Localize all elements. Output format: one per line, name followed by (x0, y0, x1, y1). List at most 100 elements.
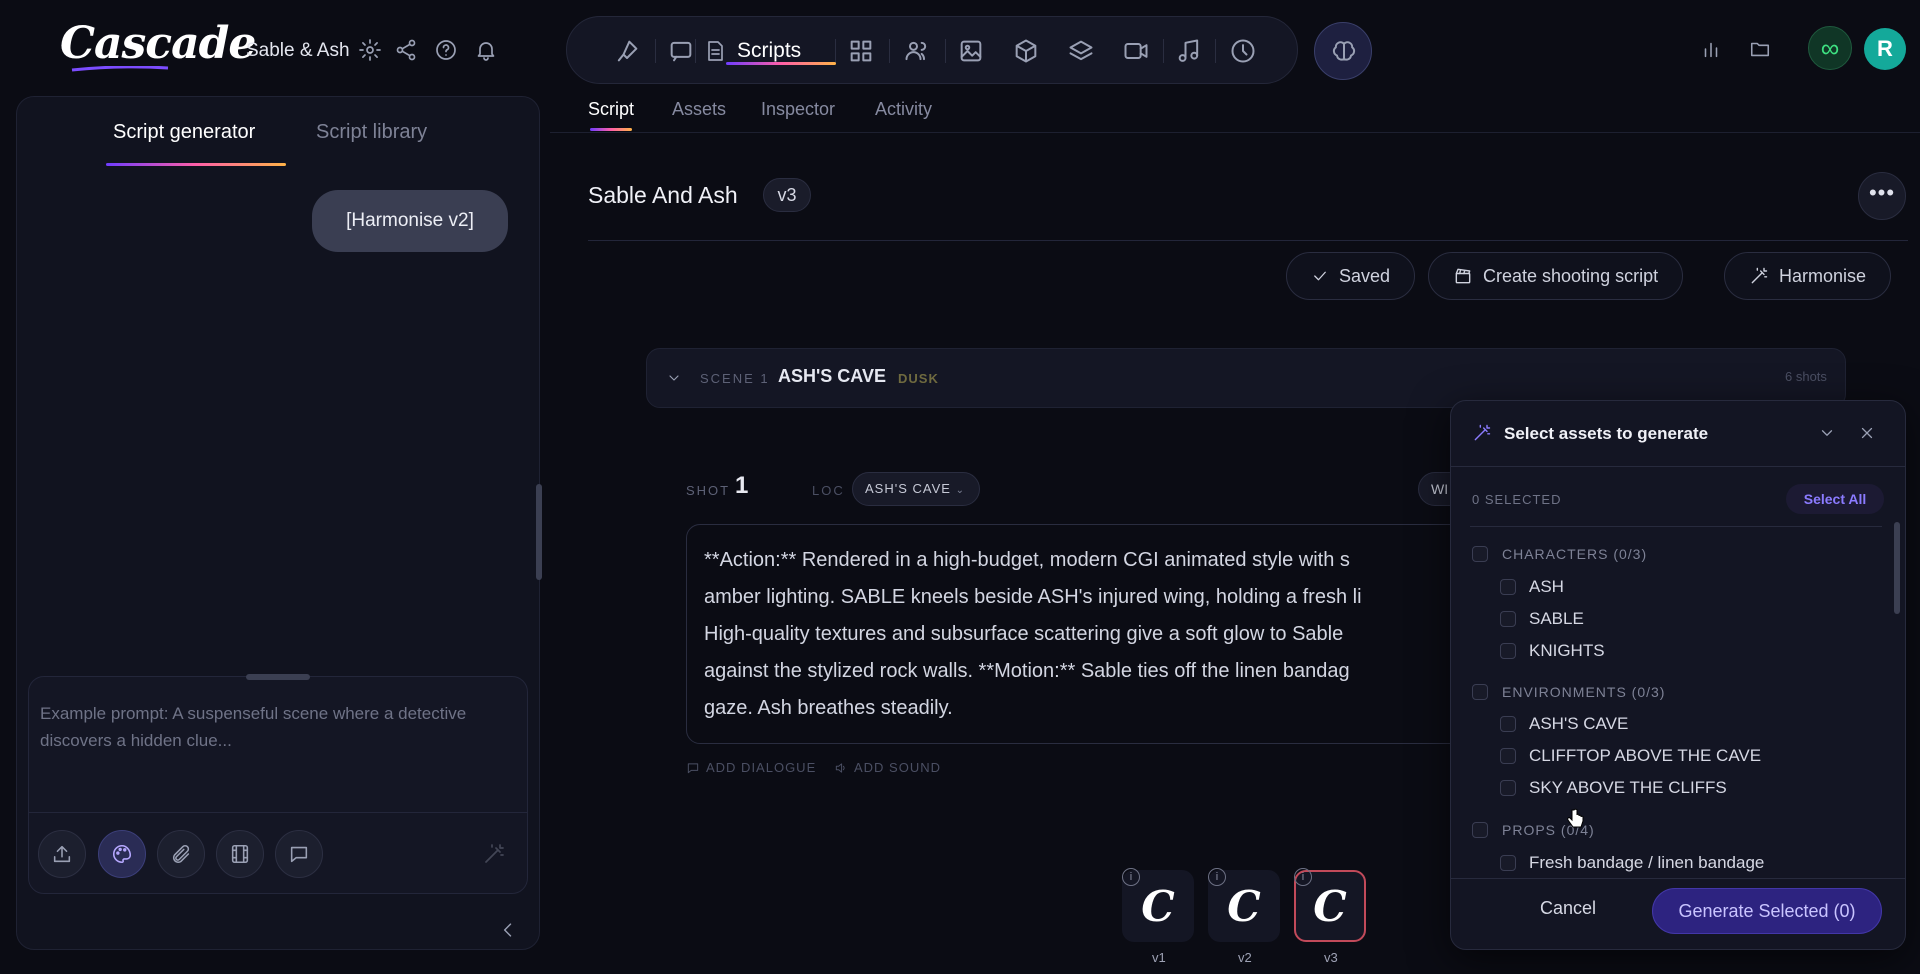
layers-icon[interactable] (1067, 37, 1095, 65)
group-checkbox-characters[interactable] (1472, 546, 1488, 562)
users-icon[interactable] (903, 37, 931, 65)
folder-icon[interactable] (1748, 38, 1772, 60)
asset-label[interactable]: CLIFFTOP ABOVE THE CAVE (1529, 746, 1761, 766)
history-icon[interactable] (1229, 37, 1257, 65)
tab-script-generator[interactable]: Script generator (113, 121, 255, 144)
help-icon[interactable] (434, 38, 458, 62)
document-icon (708, 41, 723, 61)
bar-chart-icon[interactable] (1700, 38, 1722, 60)
prompt-divider (28, 812, 528, 813)
add-dialogue-button[interactable]: ADD DIALOGUE (686, 760, 816, 775)
cube-icon[interactable] (1012, 37, 1040, 65)
header-divider (550, 132, 1920, 133)
asset-checkbox[interactable] (1500, 780, 1516, 796)
shot-text-line: High-quality textures and subsurface sca… (704, 623, 1344, 645)
asset-checkbox[interactable] (1500, 716, 1516, 732)
group-checkbox-props[interactable] (1472, 822, 1488, 838)
chevron-down-icon[interactable] (666, 370, 682, 386)
brush-icon[interactable] (613, 37, 641, 65)
bell-icon[interactable] (474, 38, 498, 62)
shot-description-text[interactable]: **Action:** Rendered in a high-budget, m… (704, 542, 1484, 727)
magic-wand-icon (1474, 424, 1491, 441)
subtab-inspector[interactable]: Inspector (761, 99, 835, 120)
add-sound-label: ADD SOUND (854, 760, 942, 775)
asset-label[interactable]: ASH'S CAVE (1529, 714, 1628, 734)
user-avatar[interactable]: R (1864, 28, 1906, 70)
attach-button[interactable] (157, 830, 205, 878)
tab-script-library[interactable]: Script library (316, 121, 427, 144)
asset-checkbox[interactable] (1500, 643, 1516, 659)
magic-wand-icon (1751, 267, 1768, 284)
grid-icon[interactable] (847, 37, 875, 65)
magic-wand-icon (485, 844, 504, 863)
asset-checkbox[interactable] (1500, 579, 1516, 595)
cascade-logo[interactable]: Cascade (60, 18, 256, 69)
video-icon[interactable] (1122, 37, 1150, 65)
style-button[interactable] (98, 830, 146, 878)
select-all-button[interactable]: Select All (1786, 484, 1884, 514)
title-divider (588, 240, 1908, 241)
comment-button[interactable] (275, 830, 323, 878)
asset-label[interactable]: KNIGHTS (1529, 641, 1605, 661)
scene-label: SCENE 1 (700, 371, 770, 386)
asset-label[interactable]: SKY ABOVE THE CLIFFS (1529, 778, 1727, 798)
generate-script-button[interactable] (470, 830, 518, 878)
group-label-environments: ENVIRONMENTS (0/3) (1502, 684, 1666, 700)
version-label: v2 (1238, 950, 1252, 965)
share-icon[interactable] (394, 38, 418, 62)
subtab-assets[interactable]: Assets (672, 99, 726, 120)
version-badge: v3 (763, 178, 811, 212)
selected-count: 0 SELECTED (1472, 492, 1562, 507)
asset-checkbox[interactable] (1500, 748, 1516, 764)
palette-icon (113, 844, 132, 864)
shot-text-line: against the stylized rock walls. **Motio… (704, 660, 1350, 682)
image-icon[interactable] (957, 37, 985, 65)
cancel-button[interactable]: Cancel (1540, 898, 1596, 919)
ai-assistant-button[interactable] (1314, 22, 1372, 80)
info-icon[interactable]: i (1208, 868, 1226, 886)
upload-button[interactable] (38, 830, 86, 878)
subtab-activity[interactable]: Activity (875, 99, 932, 120)
shot-label: SHOT (686, 483, 731, 498)
asset-label[interactable]: ASH (1529, 577, 1564, 597)
asset-checkbox[interactable] (1500, 611, 1516, 627)
chat-message-bubble: [Harmonise v2] (312, 190, 508, 252)
asset-label[interactable]: SABLE (1529, 609, 1584, 629)
shot-number: 1 (735, 472, 749, 499)
shot-text-line: amber lighting. SABLE kneels beside ASH'… (704, 586, 1362, 608)
generate-selected-button[interactable]: Generate Selected (0) (1652, 888, 1882, 934)
settings-icon[interactable] (358, 38, 382, 62)
collapse-panel-icon[interactable] (498, 920, 518, 940)
chevron-down-icon: ⌄ (955, 485, 965, 496)
saved-button[interactable]: Saved (1286, 252, 1416, 300)
asset-label[interactable]: Fresh bandage / linen bandage (1529, 853, 1764, 873)
chat-icon[interactable] (667, 37, 695, 65)
asset-checkbox[interactable] (1500, 855, 1516, 871)
resize-handle[interactable] (246, 674, 310, 680)
chevron-down-icon[interactable] (1818, 424, 1836, 442)
more-options-button[interactable]: ••• (1858, 172, 1906, 220)
hand-cursor-icon (1567, 808, 1584, 828)
create-shooting-script-button[interactable]: Create shooting script (1428, 252, 1684, 300)
chat-scrollbar[interactable] (536, 484, 542, 580)
film-button[interactable] (216, 830, 264, 878)
close-icon[interactable] (1858, 424, 1876, 442)
modal-footer-divider (1450, 878, 1906, 879)
project-name[interactable]: Sable & Ash (246, 40, 350, 62)
music-icon[interactable] (1175, 37, 1203, 65)
main-nav: Scripts (566, 16, 1298, 84)
add-sound-button[interactable]: ADD SOUND (834, 760, 941, 775)
credits-badge[interactable]: ∞ (1808, 26, 1852, 70)
modal-scrollbar[interactable] (1894, 522, 1900, 614)
info-icon[interactable]: i (1294, 868, 1312, 886)
scene-name: ASH'S CAVE (778, 366, 886, 386)
info-icon[interactable]: i (1122, 868, 1140, 886)
harmonise-button[interactable]: Harmonise (1724, 252, 1892, 300)
location-dropdown[interactable]: ASH'S CAVE ⌄ (852, 472, 980, 506)
version-label: v1 (1152, 950, 1166, 965)
group-checkbox-environments[interactable] (1472, 684, 1488, 700)
script-title[interactable]: Sable And Ash (588, 182, 738, 209)
nav-active-underline (726, 62, 836, 65)
prompt-input[interactable]: Example prompt: A suspenseful scene wher… (40, 700, 520, 754)
subtab-script[interactable]: Script (588, 99, 634, 120)
